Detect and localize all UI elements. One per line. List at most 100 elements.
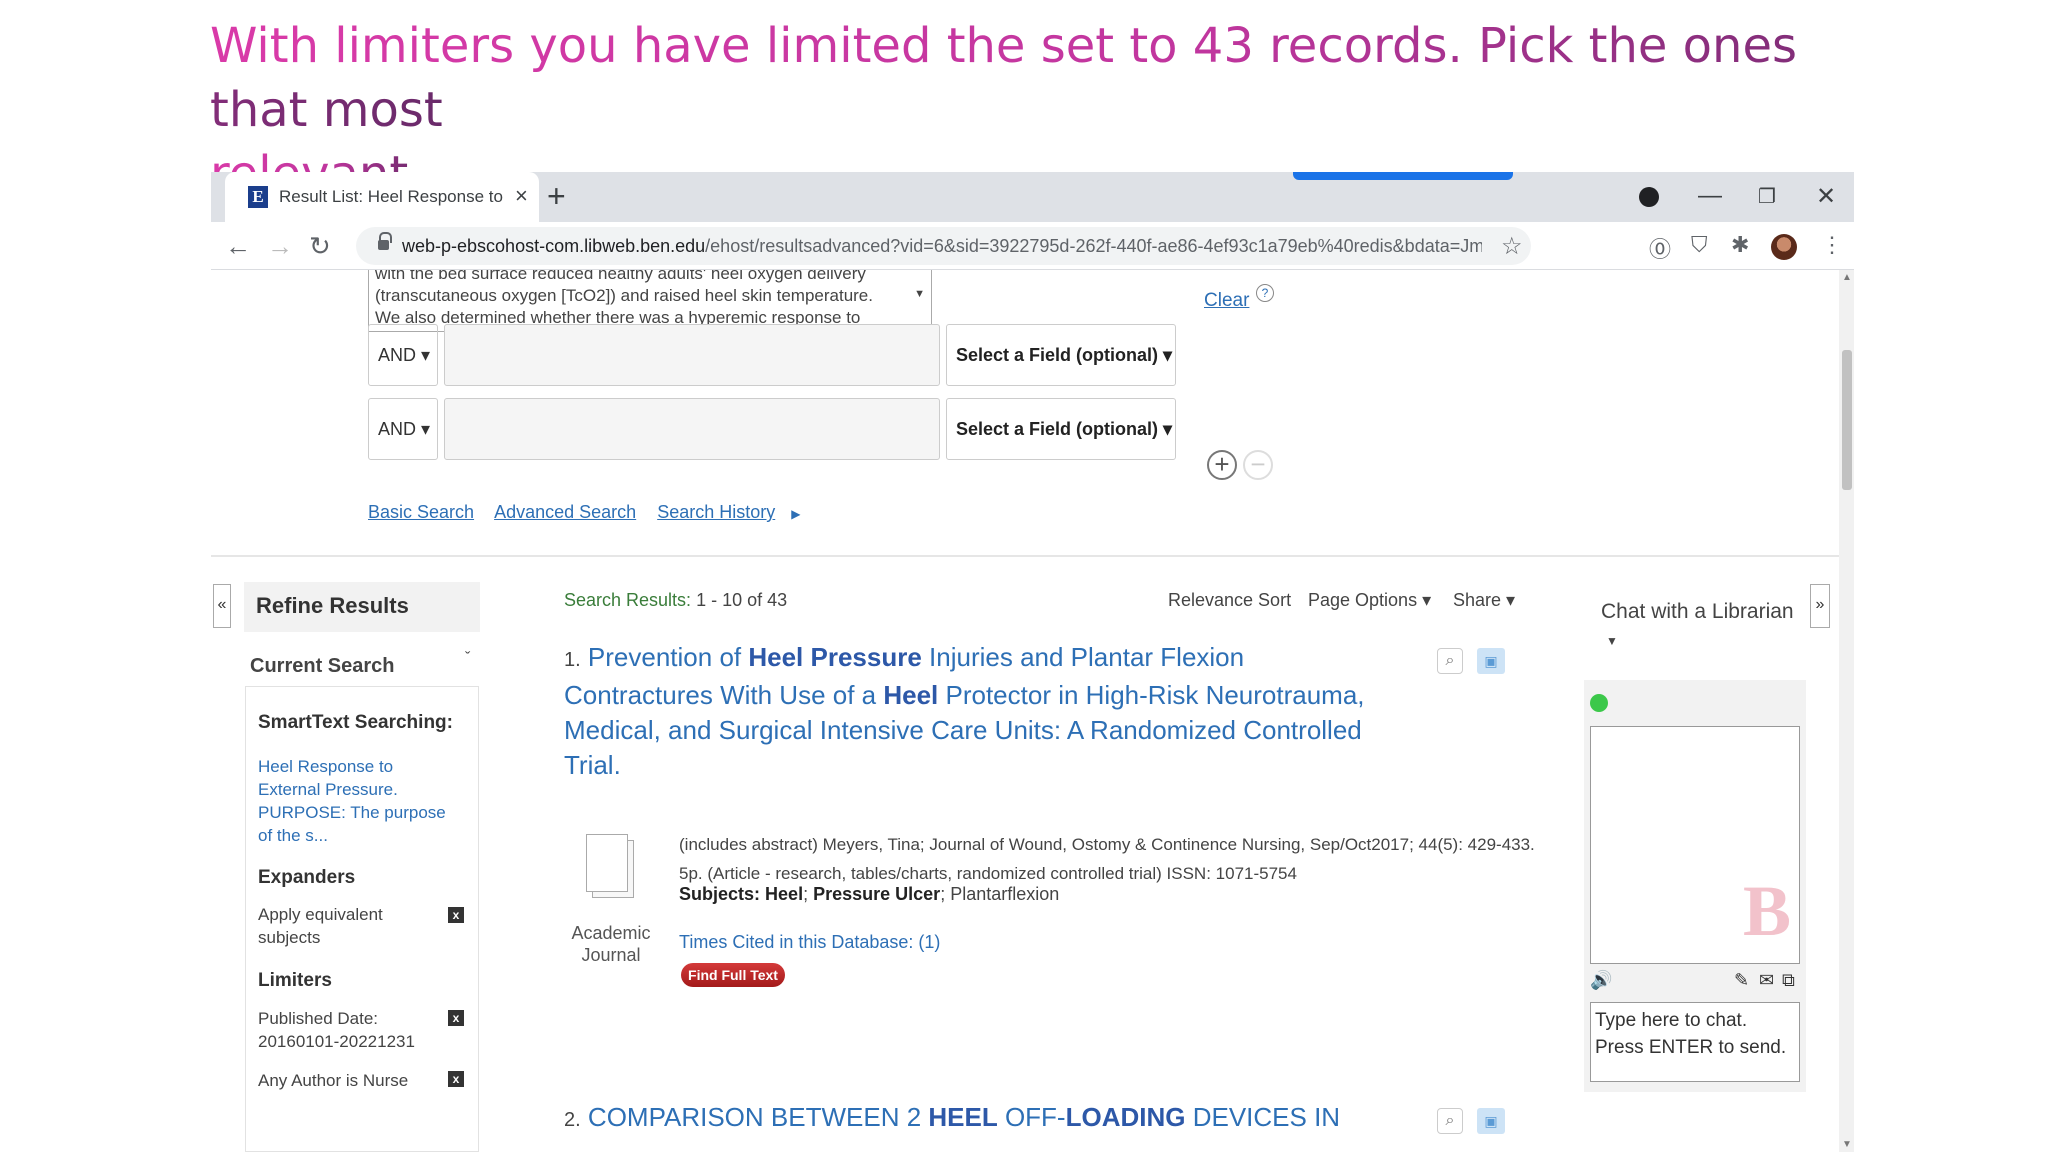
search-input[interactable] — [444, 398, 940, 460]
limiters-heading: Limiters — [258, 970, 332, 991]
extension-grammarly-icon[interactable]: ⓪ — [1649, 232, 1671, 264]
new-tab-icon[interactable]: + — [547, 178, 566, 215]
share-menu[interactable]: Share ▾ — [1453, 590, 1515, 611]
title-text: Prevention of — [587, 642, 749, 672]
find-full-text-button[interactable]: Find Full Text — [681, 963, 785, 987]
refine-results-heading: Refine Results — [244, 582, 480, 632]
scroll-up-icon[interactable]: ▲ — [1842, 272, 1852, 283]
url-text: web-p-ebscohost-com.libweb.ben.edu/ehost… — [402, 236, 1482, 257]
add-to-folder-icon[interactable]: ▣ — [1477, 648, 1505, 674]
clear-link[interactable]: Clear — [1204, 290, 1249, 312]
restore-icon[interactable]: ❐ — [1758, 184, 1776, 209]
chat-caret-icon[interactable]: ▼ — [1606, 634, 1618, 648]
help-icon[interactable]: ? — [1256, 284, 1274, 302]
collapse-left-button[interactable]: « — [213, 584, 231, 628]
address-bar[interactable]: web-p-ebscohost-com.libweb.ben.edu/ehost… — [356, 227, 1531, 265]
current-search-heading[interactable]: Current Search — [250, 655, 395, 678]
browser-menu-icon[interactable]: ⋮ — [1821, 232, 1843, 258]
minimize-icon[interactable]: — — [1698, 182, 1722, 210]
subject-link[interactable]: Pressure Ulcer — [813, 884, 940, 904]
add-row-icon[interactable]: + — [1207, 450, 1237, 480]
operator-select[interactable]: AND ▾ — [368, 398, 438, 460]
limiter-line: Published Date: — [258, 1009, 379, 1028]
divider — [211, 555, 1839, 557]
times-cited-link[interactable]: Times Cited in this Database: (1) — [679, 932, 940, 953]
smarttext-line: External Pressure. — [258, 780, 398, 799]
preview-magnifier-icon[interactable]: ⌕ — [1437, 1108, 1463, 1134]
email-icon[interactable]: ✉ — [1759, 970, 1774, 991]
forward-icon[interactable]: → — [267, 231, 293, 262]
title-text: OFF- — [997, 1102, 1066, 1132]
abstract-text: with the bed surface reduced healthy adu… — [375, 270, 873, 331]
academic-journal-icon — [582, 832, 638, 902]
result-title-link[interactable]: 2. COMPARISON BETWEEN 2 HEEL OFF-LOADING… — [564, 1100, 1384, 1138]
page-scrollbar[interactable]: ▲ ▼ — [1839, 270, 1854, 1152]
chat-input-line: Type here to chat. — [1595, 1010, 1748, 1031]
expanders-heading: Expanders — [258, 867, 356, 888]
profile-menu-icon[interactable] — [1639, 187, 1659, 207]
title-text: DEVICES IN — [1185, 1102, 1341, 1132]
operator-label: AND — [378, 345, 417, 365]
remove-limiter-icon[interactable]: x — [448, 1071, 464, 1087]
share-label: Share — [1453, 590, 1502, 610]
result-subjects: Subjects: Heel; Pressure Ulcer; Plantarf… — [679, 884, 1059, 905]
browser-tab[interactable]: E Result List: Heel Response to Ext × — [225, 172, 539, 222]
advanced-search-link[interactable]: Advanced Search — [494, 502, 636, 522]
caret-right-icon: ▶ — [791, 507, 801, 521]
preview-magnifier-icon[interactable]: ⌕ — [1437, 648, 1463, 674]
search-history-link[interactable]: Search History — [657, 502, 775, 522]
field-select[interactable]: Select a Field (optional) ▾ — [946, 324, 1176, 386]
add-to-folder-icon[interactable]: ▣ — [1477, 1108, 1505, 1134]
remove-expander-icon[interactable]: x — [448, 907, 464, 923]
textarea-dropdown-icon[interactable]: ▼ — [914, 283, 925, 305]
popout-icon[interactable]: ⧉ — [1782, 970, 1795, 991]
publication-type-line: Academic — [571, 923, 651, 943]
online-status-icon — [1590, 694, 1608, 712]
chevron-down-icon[interactable]: ˇ — [465, 650, 470, 668]
search-links: Basic Search Advanced Search Search Hist… — [368, 502, 800, 523]
browser-toolbar: ← → ↻ web-p-ebscohost-com.libweb.ben.edu… — [211, 222, 1854, 270]
remove-row-icon[interactable]: − — [1243, 450, 1273, 480]
library-logo: B — [1742, 871, 1791, 951]
result-title-link[interactable]: 1. Prevention of Heel Pressure Injuries … — [564, 640, 1384, 783]
basic-search-link[interactable]: Basic Search — [368, 502, 474, 522]
limiter-line: 20160101-20221231 — [258, 1032, 415, 1051]
heading-line-1: With limiters you have limited the set t… — [210, 18, 1797, 138]
avatar[interactable] — [1771, 234, 1797, 260]
subject-link[interactable]: Heel — [765, 884, 803, 904]
chat-widget: B 🔊 ✎ ✉ ⧉ Type here to chat. Press ENTER… — [1584, 680, 1806, 1092]
expander-line: Apply equivalent — [258, 905, 383, 924]
collapse-right-button[interactable]: » — [1810, 584, 1830, 628]
attach-icon[interactable]: ✎ — [1734, 970, 1749, 991]
operator-select[interactable]: AND ▾ — [368, 324, 438, 386]
sound-icon[interactable]: 🔊 — [1590, 970, 1612, 991]
back-icon[interactable]: ← — [225, 231, 251, 262]
extensions-puzzle-icon[interactable]: ✱ — [1731, 232, 1749, 258]
scroll-down-icon[interactable]: ▼ — [1842, 1139, 1852, 1150]
smarttext-query-link[interactable]: Heel Response to External Pressure. PURP… — [258, 755, 446, 847]
chat-input[interactable]: Type here to chat. Press ENTER to send. — [1590, 1002, 1800, 1082]
publication-type-line: Journal — [581, 945, 641, 965]
scroll-thumb[interactable] — [1842, 350, 1852, 490]
tab-strip: E Result List: Heel Response to Ext × + … — [211, 172, 1854, 222]
search-textarea[interactable]: with the bed surface reduced healthy adu… — [368, 270, 932, 332]
bookmark-star-icon[interactable]: ☆ — [1501, 232, 1523, 261]
results-summary-label: Search Results: — [564, 590, 692, 610]
expander-item: Apply equivalent subjects — [258, 903, 383, 949]
title-highlight: LOADING — [1065, 1102, 1186, 1132]
extension-shield-icon[interactable]: ⛉ — [1691, 232, 1708, 258]
publication-type: Academic Journal — [556, 922, 666, 966]
ebsco-page: with the bed surface reduced healthy adu… — [211, 270, 1839, 1152]
relevance-sort-menu[interactable]: Relevance Sort — [1168, 590, 1291, 611]
reload-icon[interactable]: ↻ — [309, 231, 331, 262]
search-input[interactable] — [444, 324, 940, 386]
result-citation: (includes abstract) Meyers, Tina; Journa… — [679, 835, 1535, 883]
close-tab-icon[interactable]: × — [515, 183, 528, 209]
subject-rest[interactable]: ; Plantarflexion — [940, 884, 1059, 904]
url-host: web-p-ebscohost-com.libweb.ben.edu — [402, 236, 706, 256]
page-options-menu[interactable]: Page Options ▾ — [1308, 590, 1431, 611]
field-select[interactable]: Select a Field (optional) ▾ — [946, 398, 1176, 460]
close-window-icon[interactable]: ✕ — [1816, 182, 1836, 211]
remove-limiter-icon[interactable]: x — [448, 1010, 464, 1026]
subject-separator: ; — [803, 884, 814, 904]
